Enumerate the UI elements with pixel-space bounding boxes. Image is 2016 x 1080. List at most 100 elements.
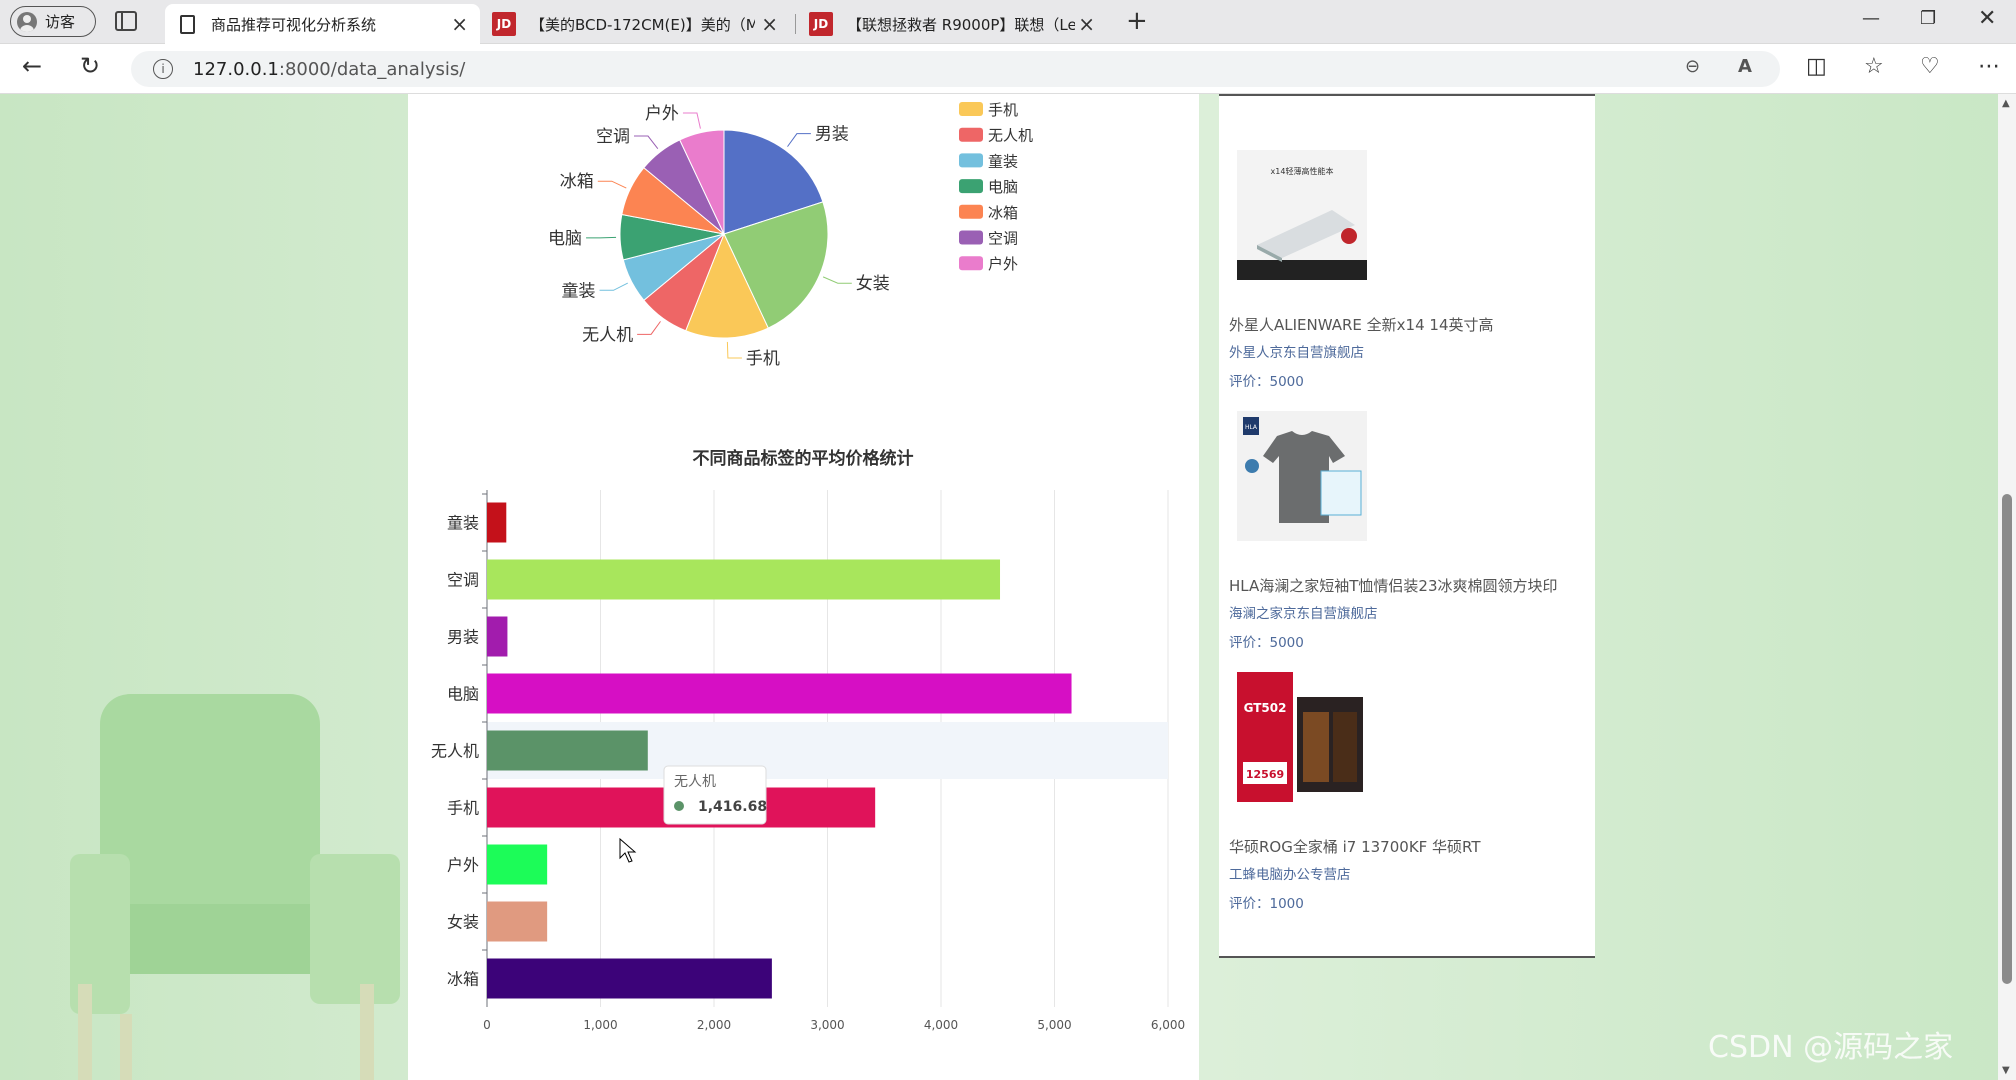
bar-chart-title: 不同商品标签的平均价格统计 xyxy=(693,448,914,469)
legend-swatch[interactable] xyxy=(959,102,983,116)
pie-slice-label: 电脑 xyxy=(548,229,582,249)
tab-0[interactable]: 商品推荐可视化分析系统 × xyxy=(165,4,480,44)
favorites-icon[interactable]: ☆ xyxy=(1864,54,1884,79)
more-menu-icon[interactable]: ⋯ xyxy=(1978,54,2000,79)
bar[interactable] xyxy=(487,844,548,885)
legend-label[interactable]: 无人机 xyxy=(988,127,1033,145)
x-tick-label: 1,000 xyxy=(583,1018,617,1032)
browser-essentials-icon[interactable]: ♡ xyxy=(1920,54,1940,79)
product-thumbnail[interactable]: GT502 12569 xyxy=(1237,672,1367,802)
y-tick-label: 童装 xyxy=(447,514,479,533)
close-tab-icon[interactable]: × xyxy=(1078,12,1095,36)
tab-title: 商品推荐可视化分析系统 xyxy=(211,15,377,34)
tshirt-brand-text: HLA xyxy=(1245,424,1258,431)
bar-chart: 不同商品标签的平均价格统计 0 1,000 2,000 3,000 4,000 5,000 6… xyxy=(431,448,1185,1032)
y-tick-label: 女装 xyxy=(447,913,479,932)
pie-label-line xyxy=(726,341,742,359)
y-tick-label: 电脑 xyxy=(447,685,479,704)
bar[interactable] xyxy=(487,616,508,657)
legend-swatch[interactable] xyxy=(959,127,983,142)
close-tab-icon[interactable]: × xyxy=(761,12,778,36)
pie-slice-label: 无人机 xyxy=(582,325,633,345)
back-icon[interactable]: ← xyxy=(22,52,42,80)
laptop-thumb-text: x14轻薄高性能本 xyxy=(1271,166,1334,176)
tab-actions-icon[interactable] xyxy=(115,11,137,31)
legend-swatch[interactable] xyxy=(959,179,983,194)
legend-swatch[interactable] xyxy=(959,204,983,219)
tooltip-marker xyxy=(674,801,684,811)
legend-swatch[interactable] xyxy=(959,230,983,245)
product-name[interactable]: 华硕ROG全家桶 i7 13700KF 华硕RT xyxy=(1229,836,1481,857)
bar[interactable] xyxy=(487,958,772,999)
watermark: CSDN @源码之家 xyxy=(1708,1030,1954,1065)
bar[interactable] xyxy=(487,730,648,771)
y-tick-label: 冰箱 xyxy=(447,970,479,989)
armchair-background-image xyxy=(70,694,400,1080)
pc-price-text: 12569 xyxy=(1246,768,1284,781)
bar[interactable] xyxy=(487,673,1072,714)
tab-bar: 访客 商品推荐可视化分析系统 × JD 【美的BCD-172CM(E)】美的（M… xyxy=(0,0,2016,44)
url-field[interactable]: i 127.0.0.1:8000/data_analysis/ xyxy=(131,51,1780,87)
zoom-out-icon[interactable]: ⊖ xyxy=(1685,56,1700,77)
pie-label-line xyxy=(682,112,701,129)
legend-label[interactable]: 空调 xyxy=(988,230,1018,248)
page-icon xyxy=(180,14,195,34)
pie-label-line xyxy=(633,135,659,149)
product-name[interactable]: 外星人ALIENWARE 全新x14 14英寸高 xyxy=(1229,314,1494,335)
pie-label-line xyxy=(637,321,661,335)
restore-icon[interactable]: ❐ xyxy=(1920,8,1936,29)
bar-tooltip: 无人机 1,416.68 xyxy=(663,765,767,825)
product-thumbnail[interactable]: x14轻薄高性能本 xyxy=(1237,150,1367,280)
pie-label-line xyxy=(597,180,627,189)
y-tick-label: 手机 xyxy=(447,799,479,818)
scroll-up-icon[interactable]: ▲ xyxy=(2002,98,2010,109)
y-tick-label: 男装 xyxy=(447,628,479,647)
x-tick-label: 3,000 xyxy=(810,1018,844,1032)
refresh-icon[interactable]: ↻ xyxy=(80,52,100,80)
jd-icon: JD xyxy=(492,12,516,36)
product-thumbnail[interactable]: HLA xyxy=(1237,411,1367,541)
y-tick-label: 户外 xyxy=(447,856,479,875)
legend-swatch[interactable] xyxy=(959,153,983,168)
tab-separator xyxy=(795,14,796,34)
split-screen-icon[interactable]: ◫ xyxy=(1806,54,1827,79)
pc-brand-text: GT502 xyxy=(1244,701,1287,715)
new-tab-icon[interactable]: + xyxy=(1126,6,1148,36)
bar[interactable] xyxy=(487,502,507,543)
bar[interactable] xyxy=(487,901,548,942)
profile-button[interactable]: 访客 xyxy=(10,6,96,37)
avatar-icon xyxy=(17,11,37,32)
product-shop[interactable]: 工蜂电脑办公专营店 xyxy=(1229,863,1351,883)
x-tick-label: 6,000 xyxy=(1151,1018,1185,1032)
read-aloud-icon[interactable]: A xyxy=(1738,56,1752,77)
pie-label-line xyxy=(586,236,617,239)
close-tab-icon[interactable]: × xyxy=(451,12,468,36)
product-shop[interactable]: 海澜之家京东自营旗舰店 xyxy=(1229,602,1378,622)
tab-1[interactable]: JD 【美的BCD-172CM(E)】美的（M × xyxy=(480,4,790,44)
legend-label[interactable]: 童装 xyxy=(988,152,1018,170)
legend-label[interactable]: 冰箱 xyxy=(988,204,1018,222)
legend-label[interactable]: 户外 xyxy=(988,255,1018,273)
legend-label[interactable]: 电脑 xyxy=(988,178,1018,196)
pie-slice-label: 冰箱 xyxy=(560,172,594,192)
legend-swatch[interactable] xyxy=(959,256,983,271)
pie-label-line xyxy=(787,133,811,147)
product-shop[interactable]: 外星人京东自营旗舰店 xyxy=(1229,341,1364,361)
info-icon[interactable]: i xyxy=(153,59,173,79)
x-tick-label: 0 xyxy=(483,1018,491,1032)
bar[interactable] xyxy=(487,559,1001,600)
recommendation-list: x14轻薄高性能本 外星人ALIENWARE 全新x14 14英寸高 外星人京东… xyxy=(1219,94,1595,958)
pie-slice-label: 空调 xyxy=(596,127,630,147)
pie-slice-label: 男装 xyxy=(815,125,849,145)
close-window-icon[interactable]: ✕ xyxy=(1978,6,1996,31)
scrollbar-thumb[interactable] xyxy=(2002,494,2012,984)
product-name[interactable]: HLA海澜之家短袖T恤情侣装23冰爽棉圆领方块印 xyxy=(1229,575,1558,596)
y-tick-label: 空调 xyxy=(447,571,479,590)
tab-2[interactable]: JD 【联想拯救者 R9000P】联想（Le × xyxy=(797,4,1107,44)
page-scrollbar[interactable]: ▲ ▼ xyxy=(1998,94,2016,1080)
scroll-down-icon[interactable]: ▼ xyxy=(2002,1065,2010,1076)
minimize-icon[interactable]: — xyxy=(1862,8,1880,29)
tooltip-category: 无人机 xyxy=(674,774,716,790)
legend-label[interactable]: 手机 xyxy=(988,101,1018,119)
y-tick-label: 无人机 xyxy=(431,742,479,761)
